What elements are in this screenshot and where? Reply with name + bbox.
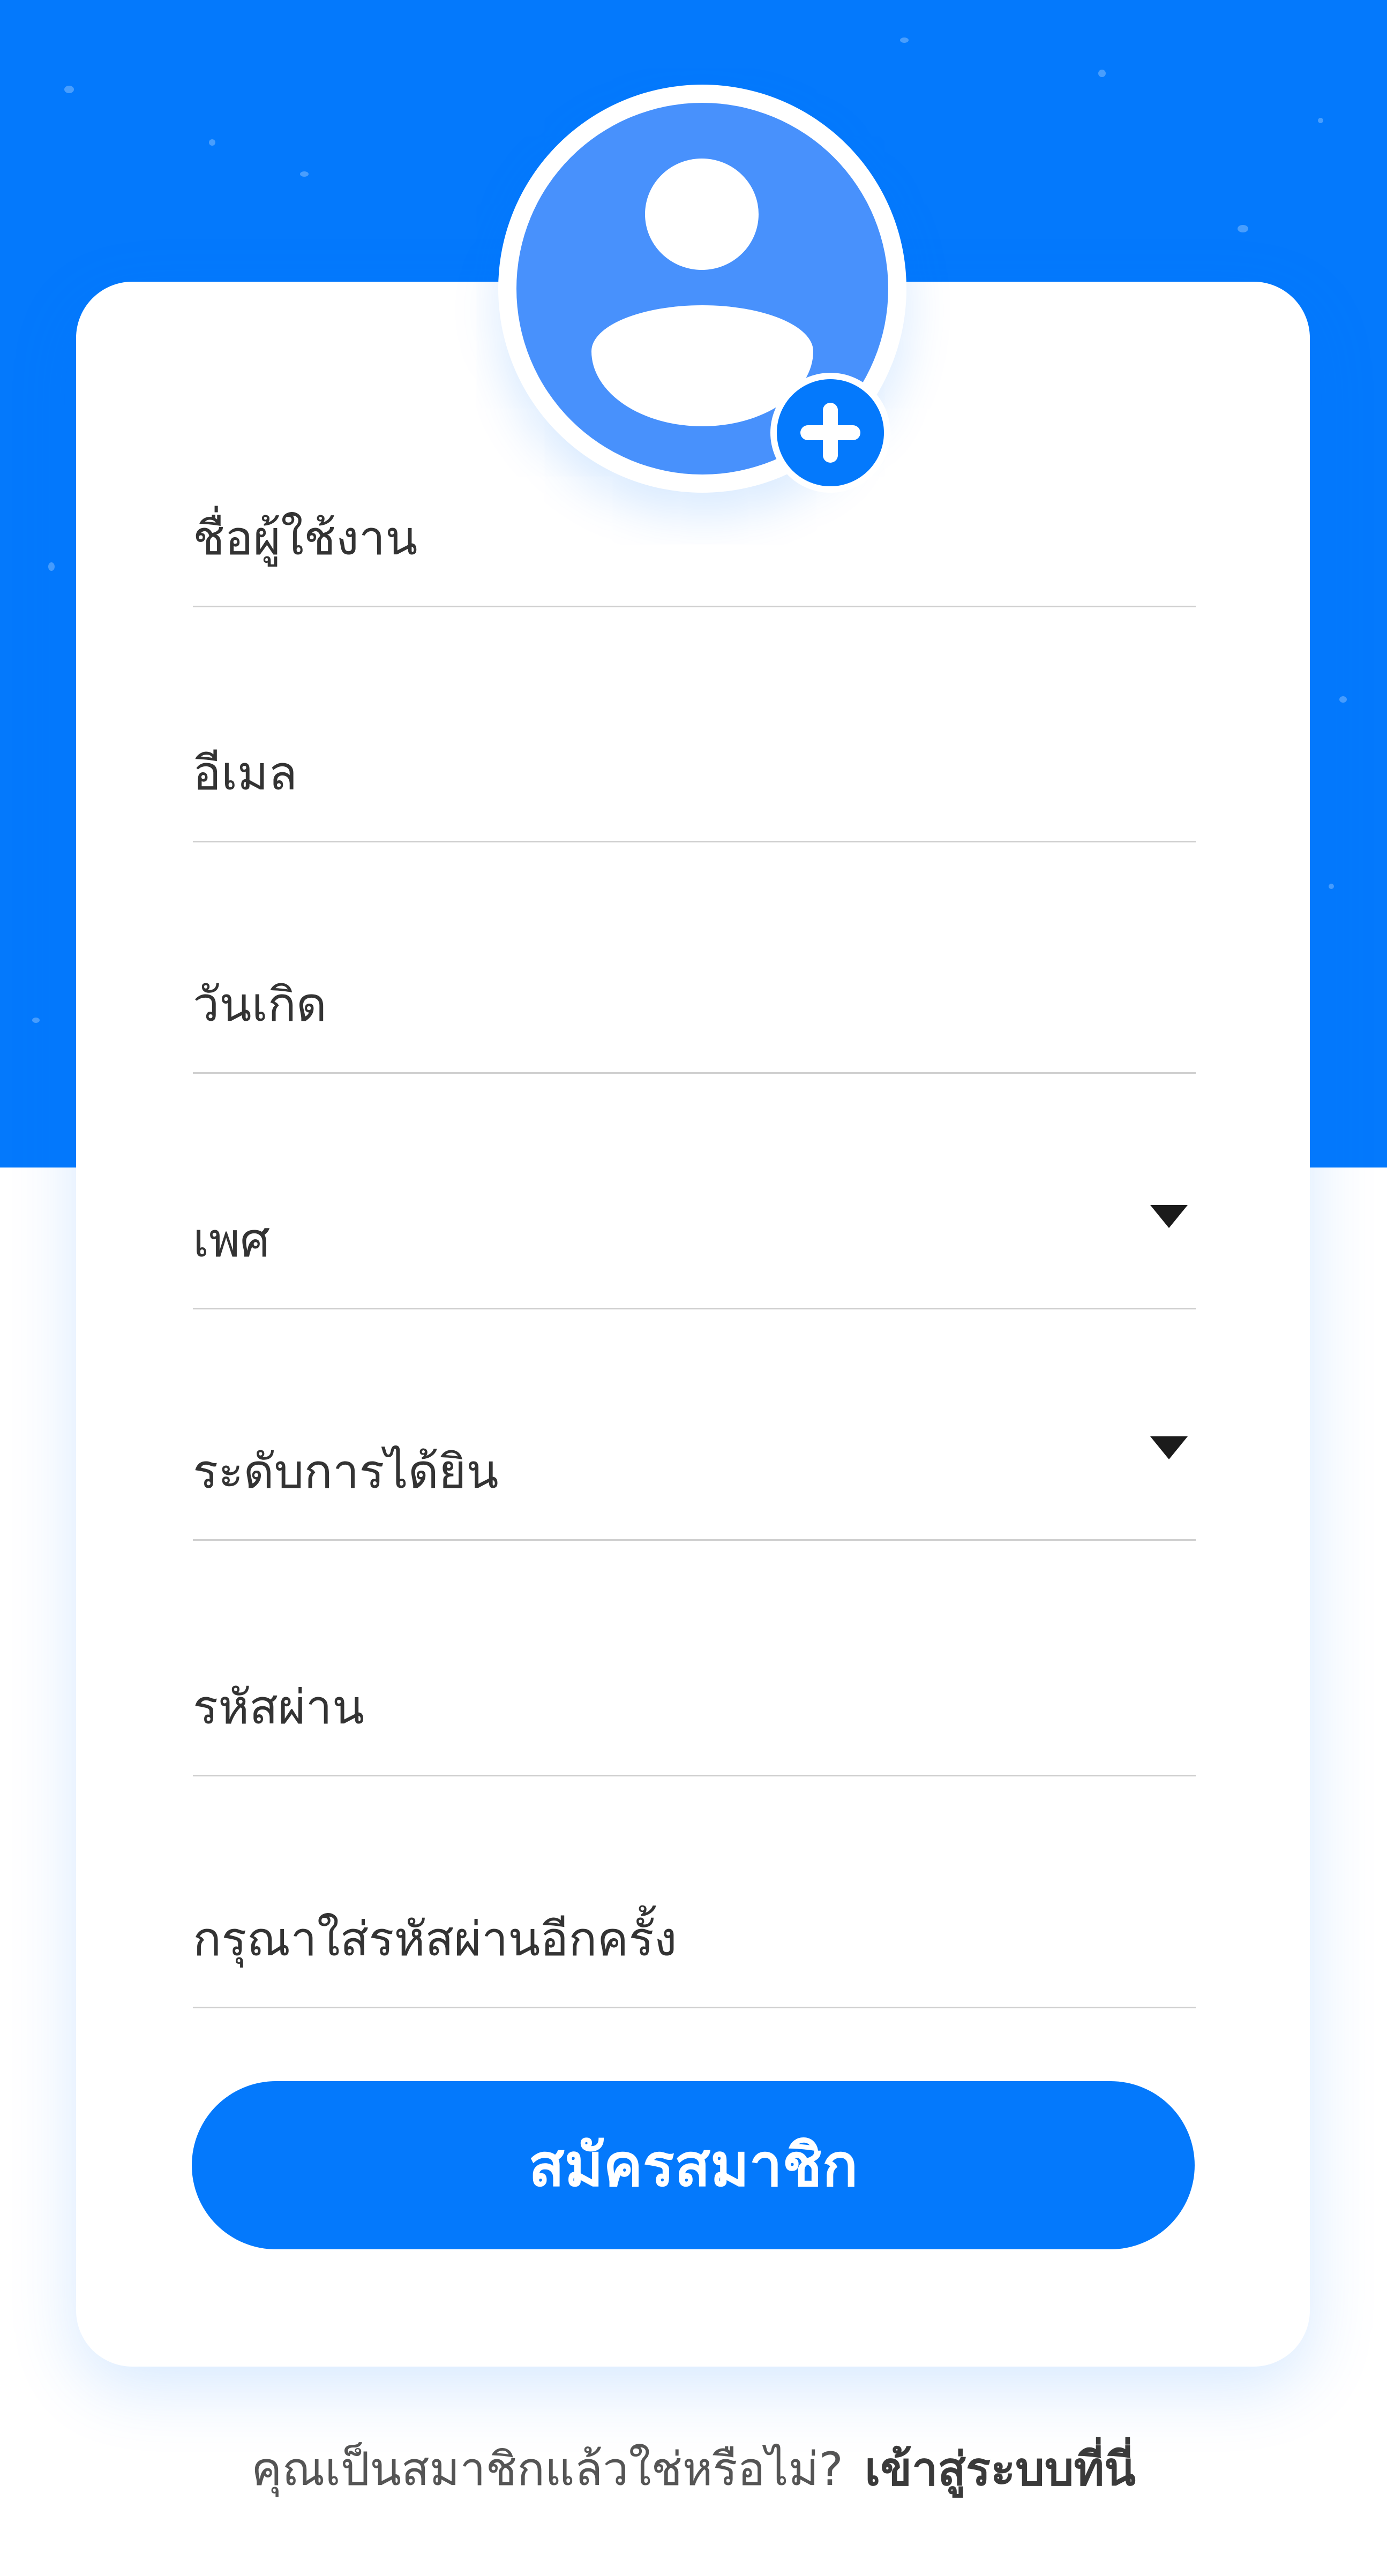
signup-button[interactable]: สมัครสมาชิก bbox=[192, 2081, 1195, 2249]
confirm-password-label: กรุณาใส่รหัสผ่านอีกครั้ง bbox=[193, 1911, 677, 1967]
birthdate-field[interactable]: วันเกิด bbox=[193, 972, 1196, 1074]
email-field[interactable]: อีเมล bbox=[193, 741, 1196, 842]
username-field[interactable]: ชื่อผู้ใช้งาน bbox=[193, 506, 1196, 607]
login-link[interactable]: เข้าสู่ระบบที่นี่ bbox=[865, 2443, 1136, 2496]
hearing-level-label: ระดับการได้ยิน bbox=[193, 1444, 499, 1499]
plus-icon[interactable] bbox=[777, 379, 884, 486]
gender-select[interactable]: เพศ bbox=[193, 1205, 1196, 1309]
password-field[interactable]: รหัสผ่าน bbox=[193, 1675, 1196, 1776]
hearing-level-select[interactable]: ระดับการได้ยิน bbox=[193, 1436, 1196, 1541]
gender-label: เพศ bbox=[193, 1212, 270, 1268]
username-label: ชื่อผู้ใช้งาน bbox=[193, 510, 418, 566]
footer: คุณเป็นสมาชิกแล้วใช่หรือไม่? เข้าสู่ระบบท… bbox=[0, 2442, 1387, 2497]
email-label: อีเมล bbox=[193, 745, 297, 801]
birthdate-label: วันเกิด bbox=[193, 977, 327, 1032]
caret-down-icon[interactable] bbox=[1150, 1436, 1188, 1459]
avatar-head bbox=[645, 159, 759, 270]
caret-down-icon[interactable] bbox=[1150, 1205, 1188, 1228]
password-label: รหัสผ่าน bbox=[193, 1679, 365, 1735]
confirm-password-field[interactable]: กรุณาใส่รหัสผ่านอีกครั้ง bbox=[193, 1907, 1196, 2008]
login-prompt: คุณเป็นสมาชิกแล้วใช่หรือไม่? bbox=[251, 2443, 843, 2496]
